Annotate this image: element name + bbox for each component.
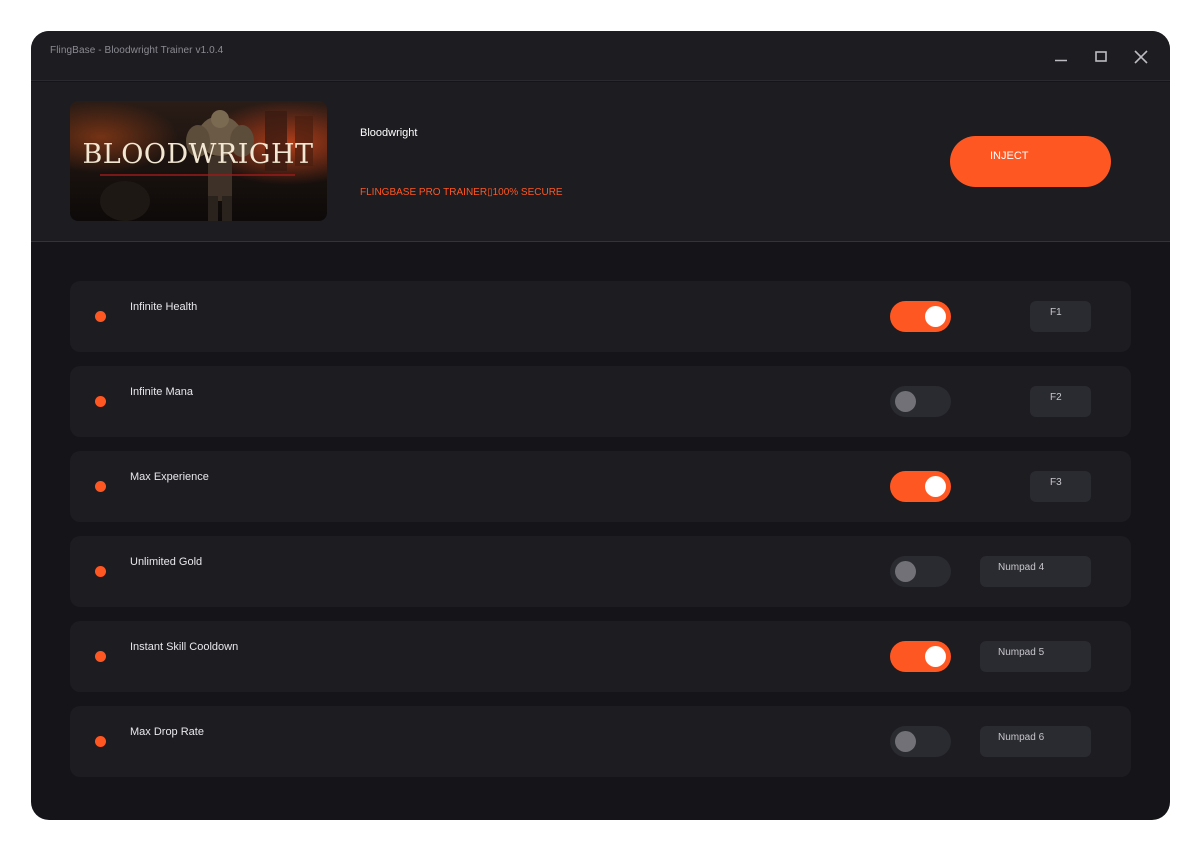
toggle-knob: [925, 646, 946, 667]
cheat-toggle[interactable]: [890, 726, 951, 757]
toggle-knob: [925, 306, 946, 327]
toggle-knob: [895, 561, 916, 582]
close-button[interactable]: [1128, 44, 1154, 70]
window-title: FlingBase - Bloodwright Trainer v1.0.4: [50, 45, 224, 56]
cheat-label: Infinite Health: [130, 301, 198, 313]
hotkey-label: F1: [1050, 307, 1062, 318]
toggle-knob: [925, 476, 946, 497]
hotkey-button[interactable]: Numpad 6: [980, 726, 1091, 757]
cheat-toggle[interactable]: [890, 301, 951, 332]
status-dot: [95, 566, 106, 577]
cheat-toggle[interactable]: [890, 641, 951, 672]
hotkey-button[interactable]: F1: [1030, 301, 1091, 332]
cheat-label: Instant Skill Cooldown: [130, 641, 239, 653]
hotkey-button[interactable]: F3: [1030, 471, 1091, 502]
cheat-label: Infinite Mana: [130, 386, 193, 398]
cheat-row-unlimited-gold: Unlimited Gold Numpad 4: [70, 536, 1131, 607]
banner-logo-text: BLOODWRIGHT: [82, 139, 313, 170]
status-dot: [95, 311, 106, 322]
game-title: Bloodwright: [360, 127, 418, 139]
cheat-label: Max Experience: [130, 471, 209, 483]
toggle-knob: [895, 731, 916, 752]
cheat-label: Max Drop Rate: [130, 726, 204, 738]
cheat-row-instant-skill-cooldown: Instant Skill Cooldown Numpad 5: [70, 621, 1131, 692]
status-dot: [95, 736, 106, 747]
minimize-button[interactable]: [1048, 44, 1074, 70]
cheat-row-max-experience: Max Experience F3: [70, 451, 1131, 522]
hotkey-button[interactable]: Numpad 4: [980, 556, 1091, 587]
hotkey-button[interactable]: F2: [1030, 386, 1091, 417]
maximize-button[interactable]: [1088, 44, 1114, 70]
cheat-row-max-drop-rate: Max Drop Rate Numpad 6: [70, 706, 1131, 777]
maximize-icon: [1095, 51, 1107, 62]
minimize-icon: [1055, 59, 1067, 62]
cheat-toggle[interactable]: [890, 471, 951, 502]
hotkey-label: F3: [1050, 477, 1062, 488]
status-dot: [95, 396, 106, 407]
hotkey-button[interactable]: Numpad 5: [980, 641, 1091, 672]
hotkey-label: F2: [1050, 392, 1062, 403]
cheat-row-infinite-health: Infinite Health F1: [70, 281, 1131, 352]
status-dot: [95, 651, 106, 662]
toggle-knob: [895, 391, 916, 412]
inject-button-label: INJECT: [990, 150, 1029, 162]
close-icon: [1134, 50, 1148, 64]
hotkey-label: Numpad 4: [998, 562, 1045, 573]
status-dot: [95, 481, 106, 492]
game-banner-image: BLOODWRIGHT: [70, 101, 327, 221]
title-bar: FlingBase - Bloodwright Trainer v1.0.4: [31, 31, 1170, 81]
inject-button[interactable]: INJECT: [950, 136, 1111, 187]
trainer-subtitle: FLINGBASE PRO TRAINER▯100% SECURE: [360, 187, 563, 198]
cheat-toggle[interactable]: [890, 556, 951, 587]
cheat-row-infinite-mana: Infinite Mana F2: [70, 366, 1131, 437]
hotkey-label: Numpad 6: [998, 732, 1045, 743]
hotkey-label: Numpad 5: [998, 647, 1045, 658]
cheat-toggle[interactable]: [890, 386, 951, 417]
trainer-window: FlingBase - Bloodwright Trainer v1.0.4 B…: [31, 31, 1170, 820]
game-header: BLOODWRIGHT Bloodwright FLINGBASE PRO TR…: [31, 82, 1170, 242]
cheat-label: Unlimited Gold: [130, 556, 203, 568]
